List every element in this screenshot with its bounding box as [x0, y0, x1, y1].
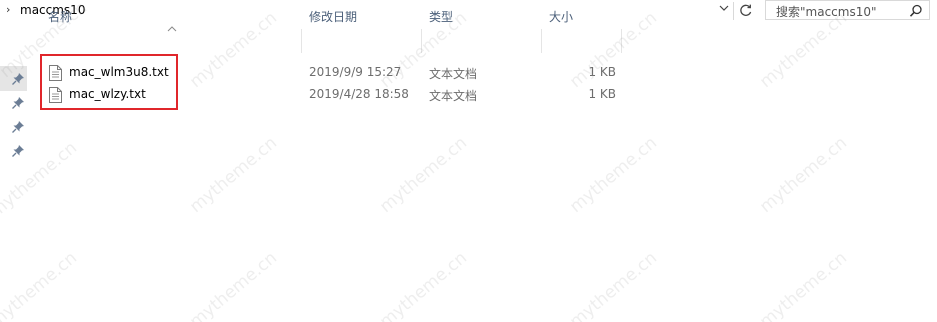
address-bar: › maccms10 搜索"maccms10"	[0, 0, 937, 22]
column-header-type[interactable]: 类型	[429, 8, 453, 25]
pin-icon[interactable]	[11, 96, 25, 110]
sort-ascending-icon	[167, 22, 177, 32]
file-size: 1 KB	[588, 87, 616, 101]
watermark-text: mytheme.cn	[756, 132, 851, 218]
watermark-text: mytheme.cn	[376, 132, 471, 218]
text-file-icon	[49, 87, 62, 103]
navigation-pane	[0, 22, 30, 322]
column-divider[interactable]	[301, 29, 302, 53]
watermark-layer: mytheme.cn mytheme.cn mytheme.cn mytheme…	[0, 0, 937, 322]
watermark-text: mytheme.cn	[186, 247, 281, 322]
column-header-size[interactable]: 大小	[549, 8, 573, 25]
search-input[interactable]: 搜索"maccms10"	[765, 0, 930, 20]
file-row[interactable]: mac_wlzy.txt 2019/4/28 18:58 文本文档 1 KB	[42, 84, 622, 106]
file-modified: 2019/4/28 18:58	[309, 87, 409, 101]
column-header-modified[interactable]: 修改日期	[309, 8, 357, 25]
text-file-icon	[49, 65, 62, 81]
pin-icon[interactable]	[11, 72, 25, 86]
watermark-text: mytheme.cn	[566, 132, 661, 218]
column-divider[interactable]	[541, 29, 542, 53]
pin-icon[interactable]	[11, 120, 25, 134]
file-name[interactable]: mac_wlzy.txt	[69, 87, 146, 101]
file-size: 1 KB	[588, 65, 616, 79]
refresh-icon[interactable]	[737, 1, 755, 19]
file-row[interactable]: mac_wlm3u8.txt 2019/9/9 15:27 文本文档 1 KB	[42, 62, 622, 84]
file-type: 文本文档	[429, 89, 478, 103]
search-icon[interactable]	[909, 4, 923, 18]
pin-icon[interactable]	[11, 144, 25, 158]
address-dropdown-icon[interactable]	[717, 3, 731, 19]
watermark-text: mytheme.cn	[186, 132, 281, 218]
search-placeholder: 搜索"maccms10"	[776, 5, 877, 19]
column-header-name[interactable]: 名称	[48, 8, 72, 25]
file-type: 文本文档	[429, 67, 478, 81]
watermark-text: mytheme.cn	[756, 247, 851, 322]
file-modified: 2019/9/9 15:27	[309, 65, 402, 79]
watermark-text: mytheme.cn	[566, 247, 661, 322]
address-separator	[733, 2, 734, 20]
column-divider[interactable]	[421, 29, 422, 53]
file-name[interactable]: mac_wlm3u8.txt	[69, 65, 169, 79]
column-divider[interactable]	[621, 29, 622, 53]
watermark-text: mytheme.cn	[376, 247, 471, 322]
breadcrumb-chevron-icon[interactable]: ›	[6, 3, 10, 16]
